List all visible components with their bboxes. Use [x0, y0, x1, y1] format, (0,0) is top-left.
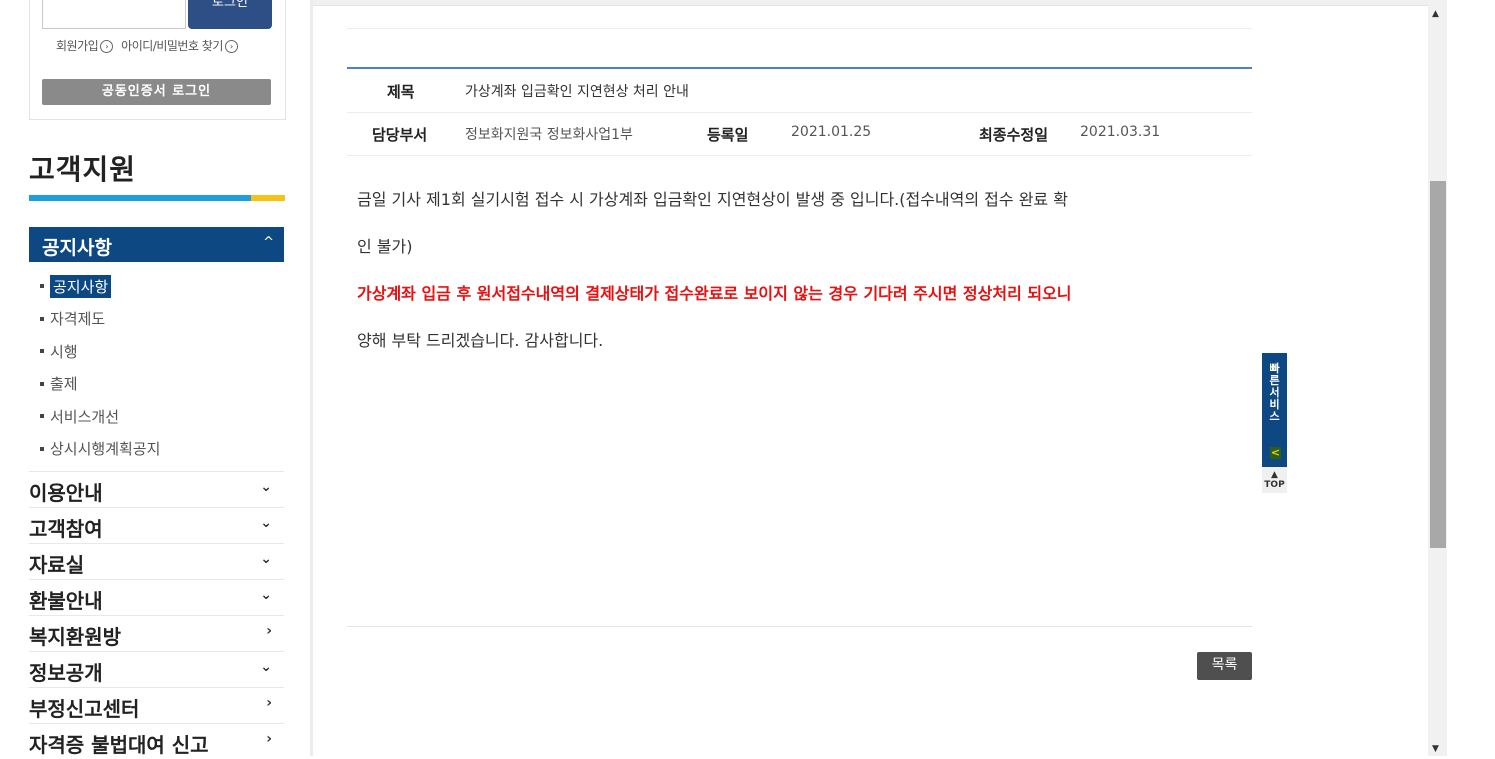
login-box: 로그인 회원가입 › 아이디/비밀번호 찾기 › 공동인증서 로그인 [29, 0, 286, 120]
menu-label: 이용안내 [29, 481, 103, 505]
bullet-icon [40, 316, 44, 321]
body-highlight: 가상계좌 입금 후 원서접수내역의 결제상태가 접수완료로 보이지 않는 경우 … [357, 284, 1072, 303]
chevron-right-icon: › [100, 40, 114, 53]
body-line: 인 불가) [357, 237, 413, 256]
top-label: TOP [1264, 480, 1285, 490]
chevron-down-icon: ⌄ [260, 587, 272, 603]
menu-item-disclosure[interactable]: 정보공개 ⌄ [29, 651, 284, 687]
menu-notice-active[interactable]: 공지사항 ^ [29, 227, 284, 262]
main-menu: 이용안내 ⌄ 고객참여 ⌄ 자료실 ⌄ 환불안내 ⌄ 복지환원방 › 정보공개 ⌄ 부정신고… [29, 471, 284, 759]
submenu-label: 상시시행계획공지 [50, 440, 161, 459]
submenu-label: 출제 [50, 375, 78, 394]
quick-service-button[interactable]: 빠른서비스 [1262, 353, 1287, 439]
submenu-item-plan[interactable]: 상시시행계획공지 [40, 433, 160, 466]
chevron-down-icon: ⌄ [260, 551, 272, 567]
cert-login-button[interactable]: 공동인증서 로그인 [42, 79, 271, 105]
menu-label: 복지환원방 [29, 625, 121, 649]
title-row: 제목 가상계좌 입금확인 지연현상 처리 안내 [347, 69, 1252, 113]
mod-date-label: 최종수정일 [979, 126, 1049, 144]
login-password-input[interactable] [42, 0, 186, 29]
dept-value: 정보화지원국 정보화사업1부 [465, 127, 633, 143]
submenu-label: 서비스개선 [50, 407, 120, 426]
bullet-icon [40, 446, 44, 451]
scrollbar[interactable]: ▲ ▼ [1428, 0, 1447, 756]
reg-date-value: 2021.01.25 [791, 124, 872, 140]
bullet-icon [40, 284, 44, 289]
body-line: 금일 기사 제1회 실기시험 접수 시 가상계좌 입금확인 지연현상이 발생 중… [357, 190, 1068, 209]
login-button[interactable]: 로그인 [188, 0, 272, 29]
submenu-label: 자격제도 [50, 310, 106, 329]
chevron-right-icon: › [224, 40, 238, 53]
chevron-right-icon: › [266, 695, 272, 711]
menu-label: 고객참여 [29, 517, 103, 541]
section-title: 고객지원 [29, 153, 137, 186]
sidebar-divider [310, 0, 313, 756]
menu-item-guide[interactable]: 이용안내 ⌄ [29, 471, 284, 507]
list-button[interactable]: 목록 [1197, 652, 1252, 680]
menu-label: 환불안내 [29, 589, 103, 613]
dept-label: 담당부서 [372, 126, 428, 144]
bullet-icon [40, 381, 44, 386]
menu-item-archive[interactable]: 자료실 ⌄ [29, 543, 284, 579]
menu-item-report-center[interactable]: 부정신고센터 › [29, 687, 284, 723]
reg-date-label: 등록일 [707, 126, 749, 144]
menu-item-participation[interactable]: 고객참여 ⌄ [29, 507, 284, 543]
login-links: 회원가입 › 아이디/비밀번호 찾기 › [56, 37, 246, 54]
scroll-up-icon[interactable]: ▲ [1432, 9, 1439, 19]
chevron-right-icon: › [266, 623, 272, 639]
submenu-item-exam[interactable]: 시행 [40, 335, 160, 368]
menu-label: 자료실 [29, 553, 85, 577]
submenu-list: 공지사항 자격제도 시행 출제 서비스개선 상시시행계획공지 [40, 270, 160, 465]
scrollbar-thumb[interactable] [1430, 181, 1446, 548]
menu-label: 부정신고센터 [29, 697, 140, 721]
find-id-link[interactable]: 아이디/비밀번호 찾기 [121, 39, 223, 53]
signup-link[interactable]: 회원가입 [56, 39, 99, 53]
title-underline [29, 195, 285, 201]
sidebar: 로그인 회원가입 › 아이디/비밀번호 찾기 › 공동인증서 로그인 고객지원 공지사… [0, 0, 312, 759]
submenu-item-questions[interactable]: 출제 [40, 368, 160, 401]
menu-label: 자격증 불법대여 신고 [29, 733, 209, 757]
menu-label: 공지사항 [42, 237, 112, 259]
divider [347, 626, 1252, 627]
menu-item-illegal-lending[interactable]: 자격증 불법대여 신고 › [29, 723, 284, 759]
submenu-item-qualification[interactable]: 자격제도 [40, 303, 160, 336]
chevron-right-icon: › [266, 731, 272, 747]
article-body: 금일 기사 제1회 실기시험 접수 시 가상계좌 입금확인 지연현상이 발생 중… [357, 176, 1237, 364]
chevron-up-icon: ^ [263, 235, 274, 250]
chevron-down-icon: ⌄ [260, 659, 272, 675]
meta-row: 담당부서 정보화지원국 정보화사업1부 등록일 2021.01.25 최종수정일… [347, 112, 1252, 156]
menu-item-refund[interactable]: 환불안내 ⌄ [29, 579, 284, 615]
right-margin [1447, 0, 1495, 756]
quick-collapse-button[interactable]: < [1262, 439, 1287, 467]
submenu-label: 시행 [50, 342, 78, 361]
divider [347, 28, 1252, 29]
chevron-left-icon: < [1270, 446, 1281, 459]
quick-service-panel: 빠른서비스 < ▲ TOP [1262, 353, 1287, 493]
mod-date-value: 2021.03.31 [1080, 124, 1161, 140]
bullet-icon [40, 349, 44, 354]
submenu-item-service[interactable]: 서비스개선 [40, 400, 160, 433]
chevron-down-icon: ⌄ [260, 479, 272, 495]
menu-item-welfare[interactable]: 복지환원방 › [29, 615, 284, 651]
title-label: 제목 [387, 83, 415, 101]
scroll-top-button[interactable]: ▲ TOP [1262, 467, 1287, 493]
bullet-icon [40, 414, 44, 419]
chevron-down-icon: ⌄ [260, 515, 272, 531]
submenu-label: 공지사항 [50, 274, 112, 298]
submenu-item-notice[interactable]: 공지사항 [40, 270, 160, 303]
title-underline-accent [251, 195, 285, 201]
menu-label: 정보공개 [29, 661, 103, 685]
scroll-down-icon[interactable]: ▼ [1432, 744, 1439, 754]
article-title: 가상계좌 입금확인 지연현상 처리 안내 [465, 84, 689, 100]
body-line: 양해 부탁 드리겠습니다. 감사합니다. [357, 331, 604, 350]
